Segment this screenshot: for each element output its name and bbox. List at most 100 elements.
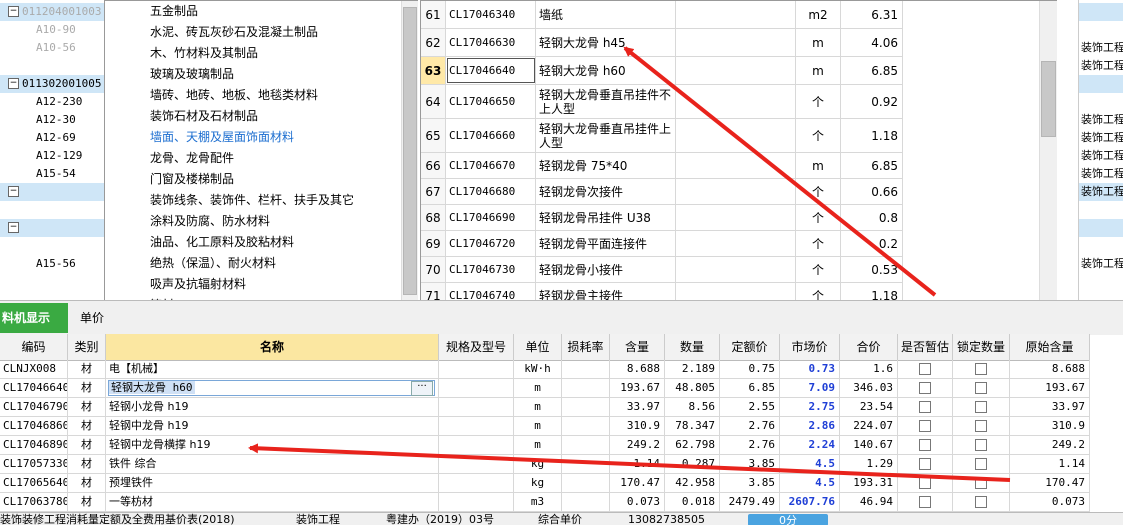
header-total[interactable]: 合价 [840,334,898,360]
estimate-checkbox[interactable] [919,496,931,508]
material-row[interactable]: 69 CL17046720 轻钢龙骨平面连接件 个 0.2 [421,231,903,257]
name-edit-input[interactable]: 轻钢大龙骨 h60 ··· [108,380,435,396]
lock-qty-checkbox[interactable] [975,439,987,451]
material-scrollbar[interactable]: ▼ [1039,1,1057,325]
tree-row[interactable]: − [0,219,104,237]
category-item[interactable]: 绝热（保温）、耐火材料 [150,253,276,274]
estimate-checkbox[interactable] [919,363,931,375]
tree-row[interactable]: A10-56 [0,39,104,57]
grid-row[interactable]: CL17046890 材轻钢中龙骨横撑 h19 m 249.2 62.798 2.76 2.… [0,436,1090,455]
material-row[interactable]: 62 CL17046630 轻钢大龙骨 h45 m 4.06 [421,29,903,57]
header-spec[interactable]: 规格及型号 [439,334,514,360]
category-item[interactable]: 涂料及防腐、防水材料 [150,211,270,232]
tree-row[interactable]: A12-30 [0,111,104,129]
grid-cell-loss [562,417,610,435]
grid-row[interactable]: CL17057330 材铁件 综合 kg 1.14 0.287 3.85 4.5 1.29 1.… [0,455,1090,474]
category-item[interactable]: 门窗及楼梯制品 [150,169,234,190]
tree-row[interactable]: A12-69 [0,129,104,147]
category-item[interactable]: 玻璃及玻璃制品 [150,64,234,85]
header-loss[interactable]: 损耗率 [562,334,610,360]
material-unit: 个 [796,257,841,282]
tree-row[interactable] [0,201,104,219]
lock-qty-checkbox[interactable] [975,496,987,508]
material-row[interactable]: 64 CL17046650 轻钢大龙骨垂直吊挂件不上人型 个 0.92 [421,85,903,119]
tree-row[interactable]: A15-54 [0,165,104,183]
lock-qty-checkbox[interactable] [975,382,987,394]
header-quantity[interactable]: 数量 [665,334,720,360]
lock-qty-checkbox[interactable] [975,401,987,413]
grid-row[interactable]: CL17046790 材轻钢小龙骨 h19 m 33.97 8.56 2.55 2.75 23… [0,398,1090,417]
category-scrollbar[interactable]: ▼ [401,1,418,325]
project-cell: 装饰工程 [1081,149,1123,162]
tree-row[interactable]: −011302001005 [0,75,104,93]
collapse-icon[interactable]: − [8,6,19,17]
status-score-button[interactable]: 0分 [748,514,828,525]
estimate-checkbox[interactable] [919,401,931,413]
material-spec [676,1,796,28]
material-row[interactable]: 67 CL17046680 轻钢龙骨次接件 个 0.66 [421,179,903,205]
material-scrollbar-thumb[interactable] [1041,61,1056,137]
estimate-checkbox[interactable] [919,382,931,394]
tree-row[interactable]: A12-129 [0,147,104,165]
grid-cell-orig: 33.97 [1010,398,1090,416]
grid-cell-amount: 0.287 [665,455,720,473]
estimate-checkbox[interactable] [919,477,931,489]
material-row[interactable]: 61 CL17046340 墙纸 m2 6.31 [421,1,903,29]
header-original-content[interactable]: 原始含量 [1010,334,1090,360]
header-content[interactable]: 含量 [610,334,665,360]
category-item[interactable]: 墙面、天棚及屋面饰面材料 [150,127,294,148]
header-name[interactable]: 名称 [106,334,439,360]
estimate-checkbox[interactable] [919,458,931,470]
tree-row[interactable]: −011204001003 [0,3,104,21]
tree-row[interactable]: − [0,183,104,201]
grid-row[interactable]: CL17065640 材预埋铁件 kg 170.47 42.958 3.85 4.5 193.… [0,474,1090,493]
tree-row[interactable] [0,57,104,75]
collapse-icon[interactable]: − [8,186,19,197]
header-estimated[interactable]: 是否暂估 [898,334,953,360]
grid-row[interactable]: CL17046860 材轻钢中龙骨 h19 m 310.9 78.347 2.76 2.86… [0,417,1090,436]
tree-row[interactable]: A15-56 [0,255,104,273]
collapse-icon[interactable]: − [8,222,19,233]
category-item[interactable]: 五金制品 [150,1,198,22]
tree-row[interactable]: A12-230 [0,93,104,111]
tree-row[interactable] [0,237,104,255]
lock-qty-checkbox[interactable] [975,477,987,489]
material-row[interactable]: 70 CL17046730 轻钢龙骨小接件 个 0.53 [421,257,903,283]
tree-row[interactable]: A10-90 [0,21,104,39]
grid-row[interactable]: CL17046640 材轻钢大龙骨 h60 ··· m 193.67 48.805 6.85… [0,379,1090,398]
category-item[interactable]: 水泥、砖瓦灰砂石及混凝土制品 [150,22,318,43]
category-scrollbar-thumb[interactable] [403,7,417,295]
header-lock-qty[interactable]: 锁定数量 [953,334,1010,360]
ellipsis-button[interactable]: ··· [411,381,433,396]
category-item[interactable]: 装饰石材及石材制品 [150,106,258,127]
tab-material-display[interactable]: 料机显示 [0,303,68,333]
project-cell: 装饰工程 [1081,113,1123,126]
tab-unit-price[interactable]: 单价 [80,303,110,333]
material-spec [676,29,796,56]
lock-qty-checkbox[interactable] [975,363,987,375]
category-item[interactable]: 龙骨、龙骨配件 [150,148,234,169]
grid-row[interactable]: CLNJX008 材电【机械】 kW·h 8.688 2.189 0.75 0.73 1.6 8… [0,360,1090,379]
header-unit[interactable]: 单位 [514,334,562,360]
header-category[interactable]: 类别 [68,334,106,360]
estimate-checkbox[interactable] [919,439,931,451]
project-cell: 装饰工程 [1081,59,1123,72]
collapse-icon[interactable]: − [8,78,19,89]
material-row[interactable]: 68 CL17046690 轻钢龙骨吊挂件 U38 个 0.8 [421,205,903,231]
material-row[interactable]: 65 CL17046660 轻钢大龙骨垂直吊挂件上人型 个 1.18 [421,119,903,153]
category-item[interactable]: 吸声及抗辐射材料 [150,274,246,295]
category-item[interactable]: 墙砖、地砖、地板、地毯类材料 [150,85,318,106]
lock-qty-checkbox[interactable] [975,420,987,432]
header-market-price[interactable]: 市场价 [780,334,840,360]
lock-qty-checkbox[interactable] [975,458,987,470]
header-quota-price[interactable]: 定额价 [720,334,780,360]
estimate-checkbox[interactable] [919,420,931,432]
category-item[interactable]: 装饰线条、装饰件、栏杆、扶手及其它 [150,190,354,211]
header-code[interactable]: 编码 [0,334,68,360]
material-row[interactable]: 66 CL17046670 轻钢龙骨 75*40 m 6.85 [421,153,903,179]
material-row[interactable]: 63 CL17046640 轻钢大龙骨 h60 m 6.85 [421,57,903,85]
category-item[interactable]: 木、竹材料及其制品 [150,43,258,64]
category-item[interactable]: 油品、化工原料及胶粘材料 [150,232,294,253]
grid-row[interactable]: CL17063780 材一等枋材 m3 0.073 0.018 2479.49 2607.7… [0,493,1090,512]
material-spec [676,205,796,230]
